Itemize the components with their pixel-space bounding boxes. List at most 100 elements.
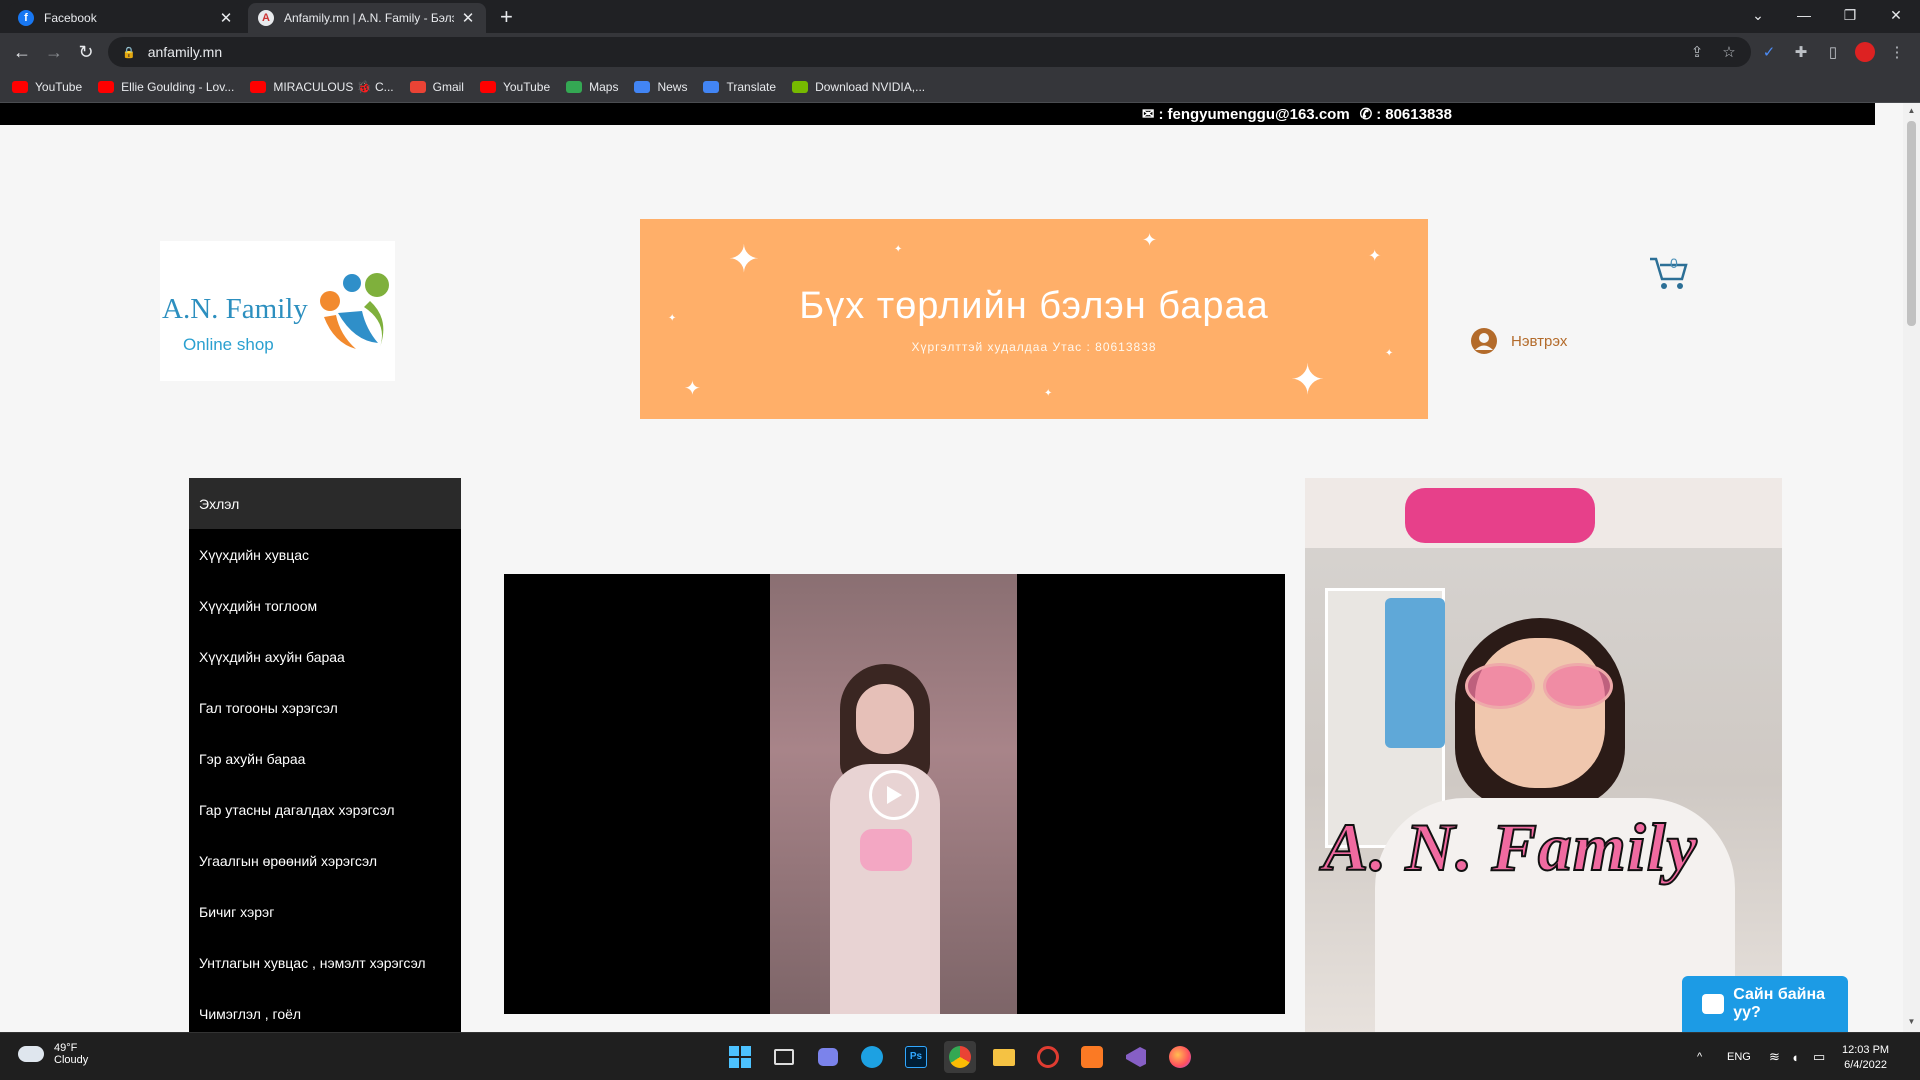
tab-facebook[interactable]: f Facebook ✕: [8, 3, 244, 33]
bookmark-item[interactable]: Ellie Goulding - Lov...: [98, 80, 234, 94]
play-button[interactable]: [869, 770, 919, 820]
menu-kebab-icon[interactable]: ⋮: [1886, 41, 1908, 63]
sparkle-icon: ✦: [728, 239, 760, 281]
bookmark-star-icon[interactable]: ☆: [1718, 41, 1740, 63]
forward-button[interactable]: →: [42, 40, 66, 64]
bookmark-item[interactable]: Maps: [566, 80, 618, 94]
profile-avatar[interactable]: [1854, 41, 1876, 63]
bookmark-item[interactable]: YouTube: [12, 80, 82, 94]
user-icon: [1471, 328, 1497, 354]
sparkle-icon: ✦: [1368, 248, 1382, 265]
system-clock[interactable]: 12:03 PM 6/4/2022: [1842, 1043, 1889, 1073]
close-icon[interactable]: ✕: [218, 9, 234, 27]
new-tab-button[interactable]: +: [500, 6, 513, 28]
volume-icon[interactable]: ◖: [1791, 1033, 1799, 1080]
language-indicator[interactable]: ENG: [1727, 1033, 1751, 1080]
minimize-button[interactable]: —: [1781, 0, 1827, 30]
start-button[interactable]: [724, 1041, 756, 1073]
chrome-icon[interactable]: [944, 1041, 976, 1073]
nvidia-icon: [792, 80, 809, 93]
weather-temp: 49°F: [54, 1042, 78, 1054]
browser-toolbar: ← → ↻ 🔒 anfamily.mn ⇪ ☆ ✓ ✚ ▯ ⋮: [0, 33, 1920, 71]
sidebar-menu-item[interactable]: Хүүхдийн ахуйн бараа: [189, 631, 461, 682]
sidebar-menu-item[interactable]: Хүүхдийн хувцас: [189, 529, 461, 580]
back-button[interactable]: ←: [10, 40, 34, 64]
side-panel-icon[interactable]: ▯: [1822, 41, 1844, 63]
bookmark-item[interactable]: MIRACULOUS 🐞 C...: [250, 79, 394, 94]
sidebar-menu-item[interactable]: Гэр ахуйн бараа: [189, 733, 461, 784]
family-logo-icon: [320, 273, 389, 349]
weather-widget[interactable]: 49°F Cloudy: [18, 1042, 88, 1066]
tab-title: Anfamily.mn | A.N. Family - Бэлэн: [284, 11, 454, 25]
sidebar-menu-item[interactable]: Чимэглэл , гоёл: [189, 988, 461, 1032]
close-icon[interactable]: ✕: [460, 9, 476, 27]
bookmark-item[interactable]: Translate: [703, 80, 776, 94]
bookmark-label: Maps: [589, 79, 619, 94]
edge-icon[interactable]: [856, 1041, 888, 1073]
bookmark-item[interactable]: YouTube: [479, 79, 551, 94]
tray-overflow-icon[interactable]: ^: [1697, 1033, 1702, 1080]
weather-desc: Cloudy: [54, 1054, 89, 1066]
bookmark-item[interactable]: Download NVIDIA,...: [792, 80, 925, 94]
teams-chat-icon[interactable]: [812, 1041, 844, 1073]
firefox-icon[interactable]: [1164, 1041, 1196, 1073]
xampp-icon[interactable]: [1076, 1041, 1108, 1073]
extension-check-icon[interactable]: ✓: [1758, 41, 1780, 63]
scroll-down-icon[interactable]: ▼: [1907, 1017, 1916, 1029]
address-bar[interactable]: 🔒 anfamily.mn: [108, 37, 1751, 67]
share-icon[interactable]: ⇪: [1686, 41, 1708, 63]
extensions-puzzle-icon[interactable]: ✚: [1790, 41, 1812, 63]
youtube-icon: [250, 80, 267, 93]
wifi-icon[interactable]: ≋: [1769, 1033, 1780, 1080]
bookmark-label: MIRACULOUS 🐞 C...: [273, 79, 394, 94]
youtube-icon: [98, 80, 115, 93]
maps-icon: [566, 80, 583, 93]
sparkle-icon: ✦: [894, 244, 903, 255]
battery-icon[interactable]: ▭: [1813, 1033, 1825, 1080]
bookmark-item[interactable]: News: [634, 80, 687, 94]
scrollbar-thumb[interactable]: [1907, 121, 1916, 326]
sidebar-menu-item[interactable]: Хүүхдийн тоглоом: [189, 580, 461, 631]
video-player[interactable]: [504, 574, 1285, 1014]
window-close-button[interactable]: ✕: [1873, 0, 1919, 30]
reload-button[interactable]: ↻: [74, 40, 98, 64]
bookmark-label: Gmail: [432, 79, 464, 94]
tab-anfamily[interactable]: A Anfamily.mn | A.N. Family - Бэлэн ✕: [248, 3, 486, 33]
file-explorer-icon[interactable]: [988, 1041, 1020, 1073]
bookmark-label: YouTube: [502, 79, 551, 94]
sidebar-menu-item[interactable]: Гар утасны дагалдах хэрэгсэл: [189, 784, 461, 835]
promo-photo: A. N. Family: [1305, 478, 1782, 1032]
sidebar-menu-item[interactable]: Гал тогооны хэрэгсэл: [189, 682, 461, 733]
contact-email[interactable]: fengyumenggu@163.com: [1168, 106, 1350, 123]
bookmark-label: News: [657, 79, 688, 94]
youtube-icon: [12, 80, 28, 93]
restore-button[interactable]: ❐: [1827, 0, 1873, 30]
news-icon: [634, 80, 651, 93]
sidebar-menu-item[interactable]: Бичиг хэрэг: [189, 886, 461, 937]
tab-search-icon[interactable]: ⌄: [1735, 0, 1781, 30]
sidebar-menu-item[interactable]: Унтлагын хувцас , нэмэлт хэрэгсэл: [189, 937, 461, 988]
sidebar-menu-item[interactable]: Угаалгын өрөөний хэрэгсэл: [189, 835, 461, 886]
page-scrollbar[interactable]: ▲ ▼: [1903, 103, 1920, 1032]
visual-studio-icon[interactable]: [1120, 1041, 1152, 1073]
contact-phone[interactable]: 80613838: [1385, 106, 1452, 123]
scroll-up-icon[interactable]: ▲: [1907, 106, 1916, 118]
sidebar-menu-item[interactable]: Эхлэл: [189, 478, 461, 529]
task-view-icon[interactable]: [768, 1041, 800, 1073]
login-button[interactable]: Нэвтрэх: [1470, 327, 1567, 355]
bookmark-item[interactable]: Gmail: [409, 79, 464, 94]
bookmarks-bar: YouTube Ellie Goulding - Lov... MIRACULOUS…: [0, 71, 1920, 103]
windows-icon: [729, 1046, 751, 1068]
bookmark-label: Translate: [726, 79, 777, 94]
photoshop-icon[interactable]: Ps: [900, 1041, 932, 1073]
chat-label: Сайн байна уу?: [1733, 986, 1826, 1021]
gmail-icon: [409, 80, 426, 93]
app-red-icon[interactable]: [1032, 1041, 1064, 1073]
chat-widget-button[interactable]: Сайн байна уу?: [1682, 976, 1848, 1032]
site-favicon-icon: A: [258, 10, 274, 26]
separator: :: [1158, 105, 1164, 123]
photo-brand-text: A. N. Family: [1322, 808, 1698, 886]
cloud-icon: [18, 1046, 44, 1062]
cart-button[interactable]: 0: [1648, 253, 1690, 293]
site-logo[interactable]: A.N. Family Online shop: [160, 241, 395, 381]
